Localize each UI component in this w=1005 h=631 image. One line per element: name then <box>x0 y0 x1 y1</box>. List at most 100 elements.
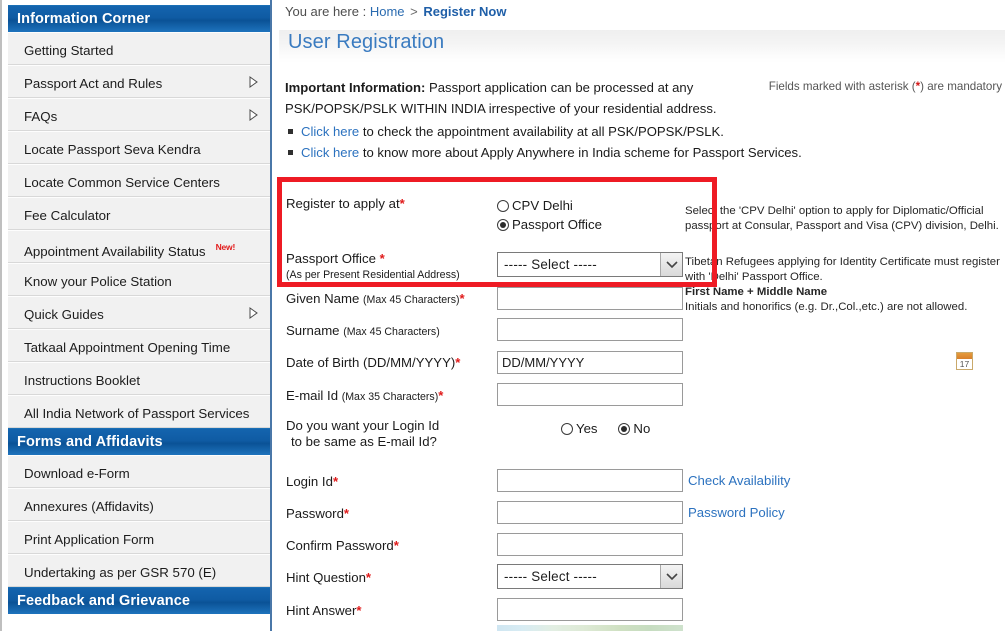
label-passport-office: Passport Office * (As per Present Reside… <box>286 251 460 283</box>
radio-group-register-to-apply-at[interactable]: CPV Delhi Passport Office <box>497 196 602 234</box>
label-hint-answer-text: Hint Answer <box>286 603 356 618</box>
label-date-of-birth: Date of Birth (DD/MM/YYYY)* <box>286 355 460 371</box>
breadcrumb-prefix: You are here : <box>285 4 366 19</box>
password-input[interactable] <box>497 501 683 524</box>
select-passport-office[interactable]: ----- Select ----- <box>497 252 683 277</box>
label-login-same-line1: Do you want your Login Id <box>286 418 439 433</box>
radio-button-cpv-delhi[interactable] <box>497 200 509 212</box>
check-availability-link[interactable]: Check Availability <box>688 473 790 488</box>
sidebar-item-label: Fee Calculator <box>24 199 110 230</box>
label-hint-question: Hint Question* <box>286 570 371 586</box>
click-here-link-apply-anywhere[interactable]: Click here <box>301 145 359 160</box>
sidebar-section-header-0: Information Corner <box>8 5 270 32</box>
bullet-item-appointment: Click here to check the appointment avai… <box>288 124 724 139</box>
sidebar-item-all-india-network-of-passport-services[interactable]: All India Network of Passport Services <box>8 395 270 428</box>
chevron-down-icon[interactable] <box>660 565 682 588</box>
new-badge: New! <box>216 242 236 252</box>
sidebar-item-instructions-booklet[interactable]: Instructions Booklet <box>8 362 270 395</box>
required-asterisk: * <box>438 388 443 403</box>
label-confirm-password: Confirm Password* <box>286 538 399 554</box>
breadcrumb-separator: > <box>408 4 420 19</box>
sidebar-item-label: Print Application Form <box>24 523 154 554</box>
sidebar-item-label: Download e-Form <box>24 457 130 488</box>
bullet-item-apply-anywhere: Click here to know more about Apply Anyw… <box>288 145 802 160</box>
calendar-icon[interactable]: 17 <box>956 352 973 370</box>
sidebar-item-tatkaal-appointment-opening-time[interactable]: Tatkaal Appointment Opening Time <box>8 329 270 362</box>
sidebar-item-print-application-form[interactable]: Print Application Form <box>8 521 270 554</box>
label-passport-office-sublabel: (As per Present Residential Address) <box>286 267 460 283</box>
sidebar-item-label: Locate Passport Seva Kendra <box>24 133 201 164</box>
radio-label-cpv-delhi: CPV Delhi <box>512 198 573 213</box>
sidebar-item-locate-common-service-centers[interactable]: Locate Common Service Centers <box>8 164 270 197</box>
confirm-password-input[interactable] <box>497 533 683 556</box>
page-root: Information CornerGetting StartedPasspor… <box>0 0 1005 631</box>
required-asterisk: * <box>356 603 361 618</box>
radio-button-yes[interactable] <box>561 423 573 435</box>
hint-register-to-apply-at: Select the 'CPV Delhi' option to apply f… <box>685 204 1005 234</box>
sidebar-item-passport-act-and-rules[interactable]: Passport Act and Rules <box>8 65 270 98</box>
sidebar-item-faqs[interactable]: FAQs <box>8 98 270 131</box>
hint-given-name: First Name + Middle Name Initials and ho… <box>685 285 1005 315</box>
sidebar-item-know-your-police-station[interactable]: Know your Police Station <box>8 263 270 296</box>
radio-button-passport-office[interactable] <box>497 219 509 231</box>
sidebar-item-locate-passport-seva-kendra[interactable]: Locate Passport Seva Kendra <box>8 131 270 164</box>
captcha-image <box>497 625 683 631</box>
required-asterisk: * <box>380 251 385 266</box>
select-hint-question-value: ----- Select ----- <box>504 565 597 588</box>
sidebar-item-label: Passport Act and Rules <box>24 67 162 98</box>
important-information: Important Information: Passport applicat… <box>285 77 725 119</box>
sidebar-item-label: Quick Guides <box>24 298 104 329</box>
given-name-input[interactable] <box>497 287 683 310</box>
sidebar-item-label: Annexures (Affidavits) <box>24 490 154 521</box>
email-id-input[interactable] <box>497 383 683 406</box>
bullet-text-apply-anywhere: to know more about Apply Anywhere in Ind… <box>359 145 802 160</box>
chevron-right-icon <box>249 76 258 88</box>
click-here-link-appointment[interactable]: Click here <box>301 124 359 139</box>
radio-option-cpv-delhi[interactable]: CPV Delhi <box>497 196 602 215</box>
breadcrumb-home-link[interactable]: Home <box>370 4 405 19</box>
sidebar-item-label: Locate Common Service Centers <box>24 166 220 197</box>
label-given-name-text: Given Name <box>286 291 363 306</box>
sidebar-item-download-e-form[interactable]: Download e-Form <box>8 455 270 488</box>
select-hint-question[interactable]: ----- Select ----- <box>497 564 683 589</box>
required-asterisk: * <box>394 538 399 553</box>
calendar-icon-day: 17 <box>957 359 972 370</box>
sidebar-section-header-1: Forms and Affidavits <box>8 428 270 455</box>
password-policy-link[interactable]: Password Policy <box>688 505 785 520</box>
label-login-id: Login Id* <box>286 474 338 490</box>
sidebar-item-label: FAQs <box>24 100 57 131</box>
radio-option-passport-office[interactable]: Passport Office <box>497 215 602 234</box>
chevron-down-icon[interactable] <box>660 253 682 276</box>
sidebar-item-quick-guides[interactable]: Quick Guides <box>8 296 270 329</box>
login-id-input[interactable] <box>497 469 683 492</box>
bullet-square-icon <box>288 129 293 134</box>
date-of-birth-input[interactable] <box>497 351 683 374</box>
hint-answer-input[interactable] <box>497 598 683 621</box>
page-title: User Registration <box>288 31 444 54</box>
sidebar-item-undertaking-as-per-gsr-570-e[interactable]: Undertaking as per GSR 570 (E) <box>8 554 270 587</box>
sidebar-item-getting-started[interactable]: Getting Started <box>8 32 270 65</box>
hint-passport-office: Tibetan Refugees applying for Identity C… <box>685 255 1005 285</box>
sidebar: Information CornerGetting StartedPasspor… <box>0 0 272 631</box>
label-surname-text: Surname <box>286 323 343 338</box>
label-date-of-birth-text: Date of Birth (DD/MM/YYYY) <box>286 355 455 370</box>
label-given-name: Given Name (Max 45 Characters)* <box>286 291 465 308</box>
radio-button-no[interactable] <box>618 423 630 435</box>
required-asterisk: * <box>460 291 465 306</box>
label-login-id-text: Login Id <box>286 474 333 489</box>
radio-option-no[interactable]: No <box>618 421 650 436</box>
label-email-id: E-mail Id (Max 35 Characters)* <box>286 388 443 405</box>
title-band: User Registration <box>279 30 1005 63</box>
select-passport-office-value: ----- Select ----- <box>504 253 597 276</box>
surname-input[interactable] <box>497 318 683 341</box>
sidebar-item-annexures-affidavits[interactable]: Annexures (Affidavits) <box>8 488 270 521</box>
breadcrumb-current: Register Now <box>423 4 506 19</box>
sidebar-item-appointment-availability-status[interactable]: Appointment Availability StatusNew! <box>8 230 270 263</box>
chevron-right-icon <box>249 109 258 121</box>
required-asterisk: * <box>400 196 405 211</box>
label-given-name-maxchars: (Max 45 Characters) <box>363 294 460 306</box>
sidebar-item-fee-calculator[interactable]: Fee Calculator <box>8 197 270 230</box>
sidebar-item-label: All India Network of Passport Services <box>24 397 249 428</box>
radio-group-login-same-as-email[interactable]: Yes No <box>561 420 650 438</box>
radio-option-yes[interactable]: Yes <box>561 421 598 436</box>
